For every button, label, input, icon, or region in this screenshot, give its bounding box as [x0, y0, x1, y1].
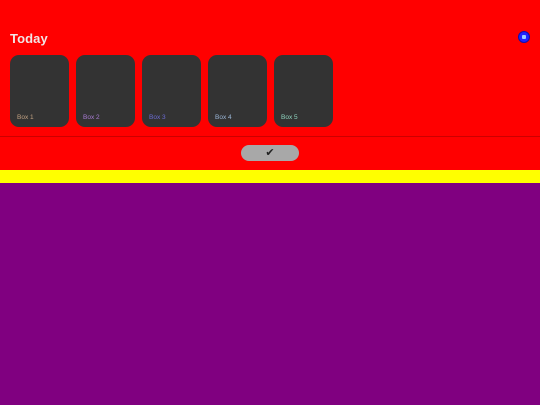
box-card-5[interactable]: Box 5 [274, 55, 333, 127]
panel-divider [0, 136, 540, 137]
confirm-button[interactable]: ✔ [241, 145, 299, 161]
checkmark-icon: ✔ [265, 146, 275, 159]
status-dot-inner [522, 35, 526, 39]
today-panel: Today Box 1 Box 2 Box 3 Box 4 Box 5 ✔ [0, 0, 540, 170]
box-card-4[interactable]: Box 4 [208, 55, 267, 127]
box-label: Box 2 [83, 114, 100, 121]
box-card-3[interactable]: Box 3 [142, 55, 201, 127]
box-list: Box 1 Box 2 Box 3 Box 4 Box 5 [10, 55, 333, 127]
box-label: Box 3 [149, 114, 166, 121]
box-card-1[interactable]: Box 1 [10, 55, 69, 127]
box-card-2[interactable]: Box 2 [76, 55, 135, 127]
box-label: Box 5 [281, 114, 298, 121]
main-area [0, 183, 540, 405]
box-label: Box 1 [17, 114, 34, 121]
yellow-strip [0, 170, 540, 183]
status-dot-icon[interactable] [518, 31, 530, 43]
page-title: Today [10, 31, 48, 46]
box-label: Box 4 [215, 114, 232, 121]
